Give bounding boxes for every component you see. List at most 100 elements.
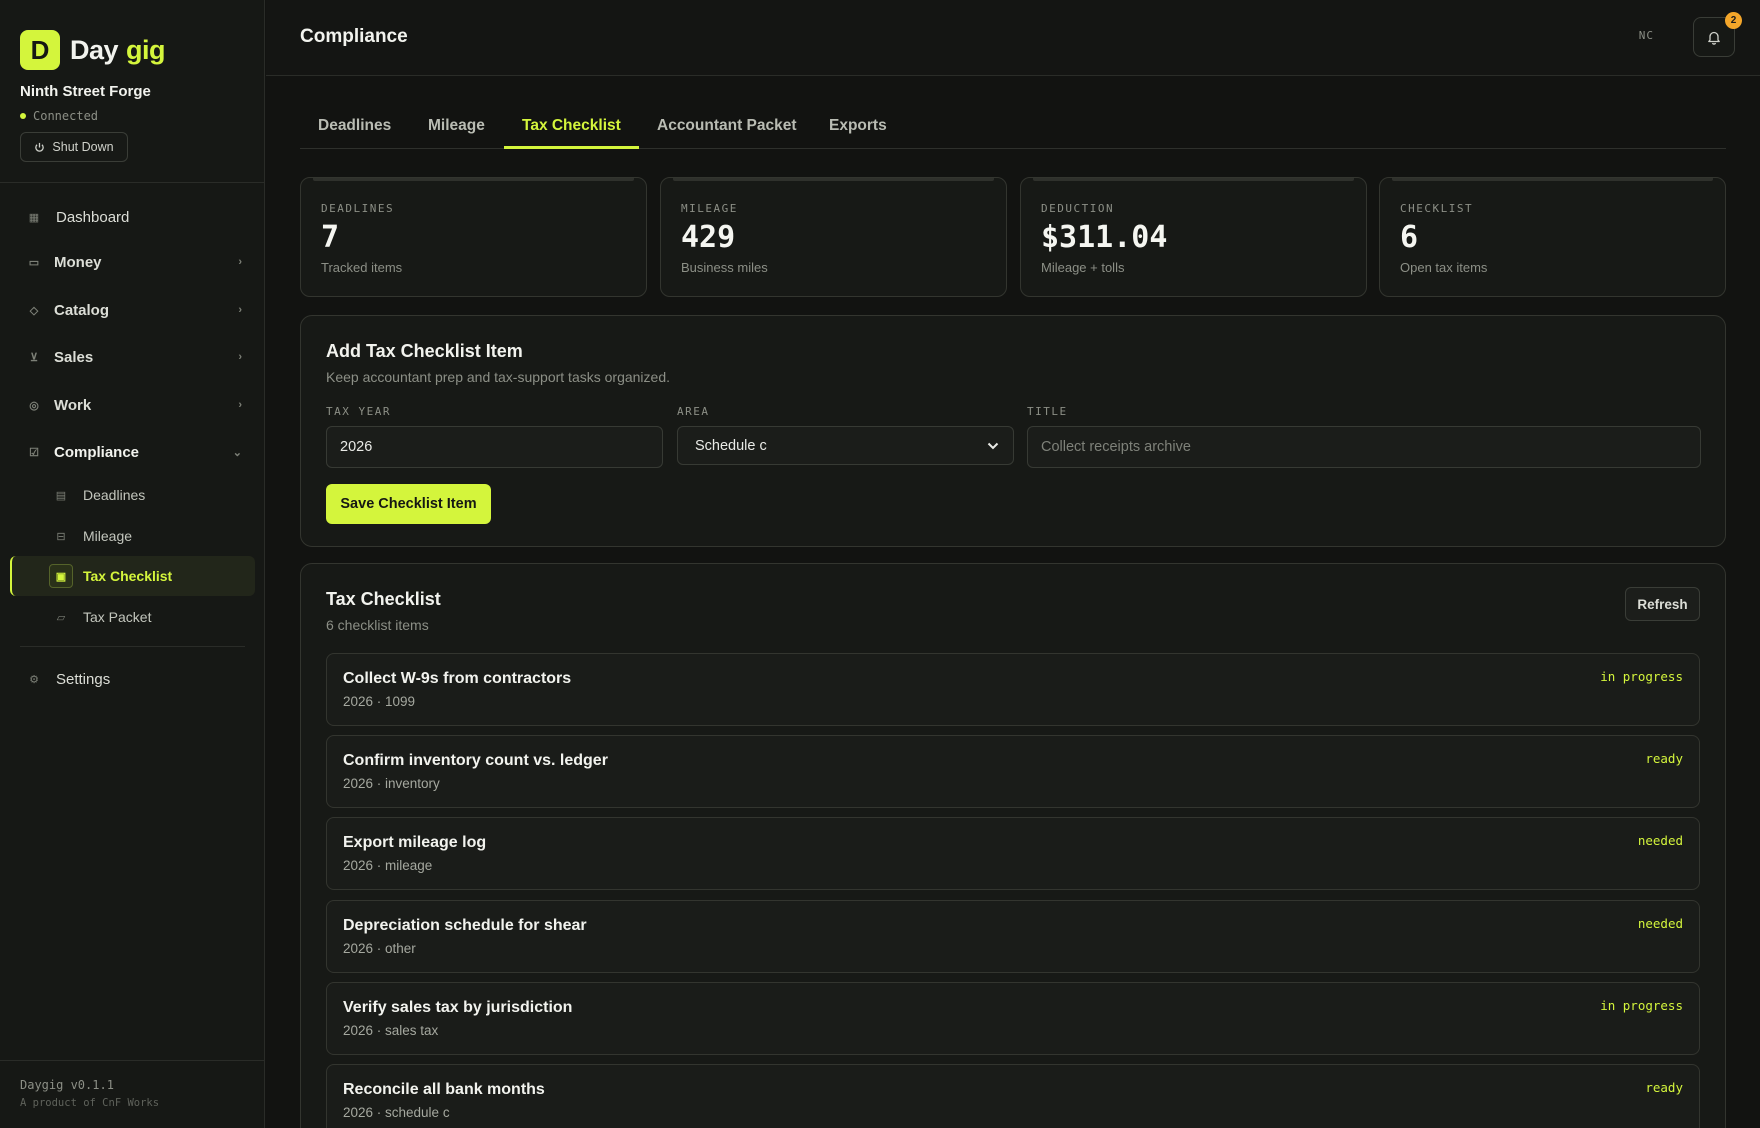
nav-compliance[interactable]: ☑ Compliance ⌄ bbox=[20, 435, 250, 469]
subnav-tax-packet[interactable]: ▱ Tax Packet bbox=[10, 597, 255, 637]
target-icon: ◎ bbox=[29, 399, 39, 412]
bell-icon bbox=[1708, 31, 1720, 45]
nav-dashboard[interactable]: ▦ Dashboard bbox=[20, 200, 250, 234]
tab-mileage[interactable]: Mileage bbox=[410, 105, 503, 149]
clipboard-icon: ▣ bbox=[49, 564, 73, 588]
stat-card-deadlines: DEADLINES 7 Tracked items bbox=[300, 177, 647, 297]
status-badge: needed bbox=[1637, 916, 1683, 931]
nav-divider bbox=[20, 646, 245, 647]
nav-sales-label: Sales bbox=[54, 348, 94, 366]
calendar-icon: ▤ bbox=[55, 489, 67, 502]
brand-name-part-1: Day bbox=[70, 34, 119, 65]
app-version: Daygig v0.1.1 bbox=[20, 1078, 114, 1092]
item-title: Reconcile all bank months bbox=[343, 1081, 545, 1098]
stat-value: 6 bbox=[1400, 220, 1419, 255]
stat-caption: Tracked items bbox=[321, 260, 403, 275]
stat-label: DEADLINES bbox=[321, 202, 395, 215]
nav-settings[interactable]: ⚙ Settings bbox=[20, 662, 250, 696]
checklist-item[interactable]: Reconcile all bank months 2026 · schedul… bbox=[326, 1064, 1700, 1128]
area-select[interactable]: Schedule c bbox=[677, 426, 1014, 465]
title-input[interactable]: Collect receipts archive bbox=[1027, 426, 1701, 468]
stat-label: MILEAGE bbox=[681, 202, 738, 215]
area-select-value: Schedule c bbox=[695, 437, 767, 454]
item-title: Export mileage log bbox=[343, 834, 487, 851]
subnav-mileage[interactable]: ⊟ Mileage bbox=[10, 516, 255, 556]
item-title: Depreciation schedule for shear bbox=[343, 917, 587, 934]
subnav-tax-checklist[interactable]: ▣ Tax Checklist bbox=[10, 556, 255, 596]
subnav-deadlines-label: Deadlines bbox=[83, 487, 146, 503]
form-title: Add Tax Checklist Item bbox=[326, 341, 523, 361]
add-checklist-form: Add Tax Checklist Item Keep accountant p… bbox=[300, 315, 1726, 547]
nav-catalog-label: Catalog bbox=[54, 301, 110, 319]
cart-icon: ⊻ bbox=[29, 351, 39, 364]
area-label: AREA bbox=[677, 405, 710, 418]
chevron-right-icon: › bbox=[238, 351, 242, 363]
stat-caption: Business miles bbox=[681, 260, 768, 275]
checklist-item[interactable]: Depreciation schedule for shear 2026 · o… bbox=[326, 900, 1700, 973]
item-meta: 2026 · 1099 bbox=[343, 694, 416, 709]
tax-year-input[interactable]: 2026 bbox=[326, 426, 663, 468]
checklist-item[interactable]: Export mileage log 2026 · mileage needed bbox=[326, 817, 1700, 890]
form-subtitle: Keep accountant prep and tax-support tas… bbox=[326, 369, 670, 385]
tag-icon: ◇ bbox=[29, 304, 39, 317]
subnav-deadlines[interactable]: ▤ Deadlines bbox=[10, 475, 255, 515]
title-label: TITLE bbox=[1027, 405, 1068, 418]
tab-deadlines[interactable]: Deadlines bbox=[300, 105, 409, 149]
checklist-item[interactable]: Collect W-9s from contractors 2026 · 109… bbox=[326, 653, 1700, 726]
chevron-right-icon: › bbox=[238, 399, 242, 411]
checkbox-icon: ☑ bbox=[29, 446, 39, 459]
item-meta: 2026 · schedule c bbox=[343, 1105, 450, 1120]
status-badge: needed bbox=[1637, 833, 1683, 848]
folder-icon: ▱ bbox=[56, 611, 66, 624]
status-badge: ready bbox=[1645, 1080, 1683, 1095]
stat-card-checklist: CHECKLIST 6 Open tax items bbox=[1379, 177, 1726, 297]
item-title: Confirm inventory count vs. ledger bbox=[343, 752, 608, 769]
status-badge: ready bbox=[1645, 751, 1683, 766]
stat-caption: Open tax items bbox=[1400, 260, 1488, 275]
connection-status: Connected bbox=[20, 109, 98, 123]
brand[interactable]: D Day gig bbox=[20, 30, 166, 70]
gear-icon: ⚙ bbox=[29, 673, 39, 686]
tab-exports[interactable]: Exports bbox=[811, 105, 905, 149]
compliance-tabs: Deadlines Mileage Tax Checklist Accounta… bbox=[300, 105, 1726, 149]
chevron-down-icon: ⌄ bbox=[232, 446, 242, 459]
tab-tax-checklist[interactable]: Tax Checklist bbox=[504, 105, 639, 149]
stat-card-deduction: DEDUCTION $311.04 Mileage + tolls bbox=[1020, 177, 1367, 297]
connection-status-label: Connected bbox=[33, 109, 99, 123]
stat-label: CHECKLIST bbox=[1400, 202, 1474, 215]
nav-money-label: Money bbox=[54, 253, 102, 271]
item-meta: 2026 · sales tax bbox=[343, 1023, 439, 1038]
subnav-tax-packet-label: Tax Packet bbox=[83, 609, 152, 625]
status-badge: in progress bbox=[1600, 669, 1683, 684]
subnav-tax-checklist-label: Tax Checklist bbox=[83, 568, 173, 584]
nav-work[interactable]: ◎ Work › bbox=[20, 388, 250, 422]
checklist-item[interactable]: Confirm inventory count vs. ledger 2026 … bbox=[326, 735, 1700, 808]
stat-value: $311.04 bbox=[1041, 220, 1168, 255]
user-initials[interactable]: NC bbox=[1639, 29, 1654, 42]
nav-compliance-label: Compliance bbox=[54, 443, 140, 461]
tab-accountant-packet[interactable]: Accountant Packet bbox=[639, 105, 815, 149]
nav-work-label: Work bbox=[54, 396, 92, 414]
status-badge: in progress bbox=[1600, 998, 1683, 1013]
save-checklist-item-button[interactable]: Save Checklist Item bbox=[326, 484, 491, 524]
brand-name-part-2: gig bbox=[126, 34, 166, 65]
shutdown-button[interactable]: Shut Down bbox=[20, 132, 128, 162]
car-icon: ⊟ bbox=[56, 530, 66, 543]
shutdown-label: Shut Down bbox=[52, 140, 114, 154]
power-icon bbox=[35, 142, 45, 152]
notifications-button[interactable]: 2 bbox=[1693, 12, 1742, 57]
nav-catalog[interactable]: ◇ Catalog › bbox=[20, 293, 250, 327]
stat-caption: Mileage + tolls bbox=[1041, 260, 1125, 275]
tax-checklist-panel: Tax Checklist 6 checklist items Refresh … bbox=[300, 563, 1726, 1128]
sidebar: D Day gig Ninth Street Forge Connected Sh… bbox=[0, 0, 265, 1128]
subnav-mileage-label: Mileage bbox=[83, 528, 133, 544]
item-meta: 2026 · inventory bbox=[343, 776, 440, 791]
nav-settings-label: Settings bbox=[56, 670, 111, 688]
nav-sales[interactable]: ⊻ Sales › bbox=[20, 340, 250, 374]
cash-icon: ▭ bbox=[28, 256, 40, 269]
nav-money[interactable]: ▭ Money › bbox=[20, 245, 250, 279]
refresh-button[interactable]: Refresh bbox=[1625, 587, 1700, 621]
stat-value: 7 bbox=[321, 220, 340, 255]
brand-name: Day gig bbox=[70, 34, 166, 66]
checklist-item[interactable]: Verify sales tax by jurisdiction 2026 · … bbox=[326, 982, 1700, 1055]
